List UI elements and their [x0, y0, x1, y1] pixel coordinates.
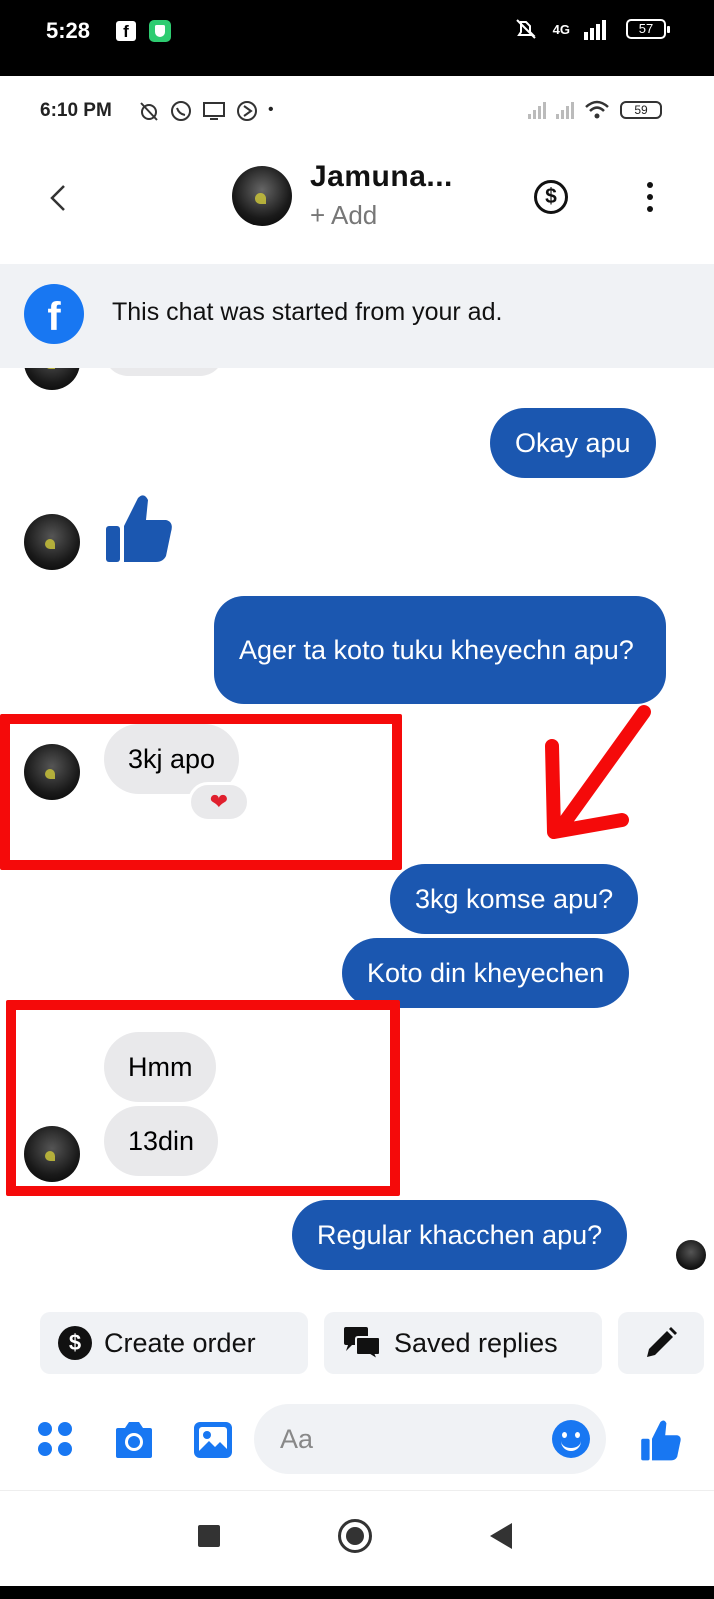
message-input[interactable]: Aa: [254, 1404, 606, 1474]
contact-name[interactable]: Jamuna...: [310, 160, 453, 194]
contact-avatar: [24, 514, 80, 570]
message-text: Okay apu: [515, 428, 631, 458]
signal-2-icon: [556, 101, 574, 119]
annotation-box-2: [6, 1000, 400, 1196]
more-icon[interactable]: [645, 182, 655, 216]
annotation-arrow: [545, 705, 651, 839]
outgoing-message[interactable]: Koto din kheyechen: [342, 938, 630, 1008]
contact-avatar: [24, 368, 80, 390]
message-text: Koto din kheyechen: [367, 958, 605, 988]
wifi-icon: [585, 100, 609, 119]
message-thread[interactable]: Okay apu Ager ta koto tuku kheyechn apu?…: [0, 368, 714, 1288]
dot-icon: •: [268, 101, 274, 118]
inner-battery: 59: [620, 101, 662, 119]
message-bubble-partial: [104, 368, 224, 376]
seen-indicator-avatar: [676, 1240, 706, 1270]
composer-bar: Aa: [0, 1394, 714, 1488]
facebook-icon: f: [24, 284, 84, 344]
system-back-button[interactable]: [490, 1523, 512, 1549]
home-button[interactable]: [338, 1519, 372, 1553]
message-input-placeholder: Aa: [280, 1424, 314, 1454]
facebook-notification-icon: f: [116, 21, 136, 41]
recents-button[interactable]: [198, 1525, 220, 1547]
like-icon[interactable]: [640, 1418, 682, 1462]
apps-icon[interactable]: [36, 1420, 76, 1460]
pencil-icon: [647, 1327, 677, 1357]
inner-clock: 6:10 PM: [40, 100, 112, 121]
emoji-icon[interactable]: [552, 1420, 590, 1458]
system-nav-bar: [0, 1490, 714, 1585]
create-order-button[interactable]: $ Create order: [40, 1312, 308, 1374]
signal-1-icon: [528, 101, 546, 119]
quick-actions: $ Create order Saved replies: [0, 1306, 714, 1380]
outgoing-message[interactable]: Ager ta koto tuku kheyechn apu?: [214, 596, 666, 704]
outgoing-message[interactable]: Regular khacchen apu?: [292, 1200, 628, 1270]
shield-icon: [149, 20, 171, 42]
outer-status-bar: 5:28 f 4G 57: [0, 0, 714, 76]
add-label-button[interactable]: + Add: [310, 200, 377, 231]
contact-avatar[interactable]: [232, 166, 292, 226]
signal-icon: [584, 20, 606, 40]
annotation-box-1: [0, 714, 402, 870]
whatsapp-icon: [171, 101, 191, 121]
camera-icon[interactable]: [112, 1420, 156, 1460]
saved-replies-button[interactable]: Saved replies: [324, 1312, 602, 1374]
saved-replies-label: Saved replies: [394, 1327, 558, 1358]
chat-header: Jamuna... + Add $: [0, 146, 714, 262]
saved-replies-icon: [344, 1327, 381, 1361]
create-order-label: Create order: [104, 1327, 256, 1358]
edit-button[interactable]: [618, 1312, 704, 1374]
outer-battery: 57: [626, 19, 670, 39]
outgoing-message[interactable]: 3kg komse apu?: [390, 864, 639, 934]
thumbs-up-icon[interactable]: [104, 492, 174, 564]
dollar-icon[interactable]: $: [534, 180, 568, 214]
screen-cast-icon: [203, 102, 225, 120]
network-type: 4G: [552, 21, 570, 37]
dollar-icon: $: [58, 1326, 92, 1360]
outer-clock: 5:28: [46, 18, 91, 43]
mute-icon: [515, 19, 536, 39]
inner-status-bar: 6:10 PM • 59: [0, 76, 714, 146]
back-icon[interactable]: [44, 178, 74, 218]
ad-banner: f This chat was started from your ad.: [0, 264, 714, 368]
message-text: Regular khacchen apu?: [317, 1220, 603, 1250]
ad-banner-text: This chat was started from your ad.: [112, 298, 503, 326]
alarm-off-icon: [140, 102, 158, 121]
gallery-icon[interactable]: [192, 1420, 234, 1460]
navigation-icon: [237, 101, 257, 121]
bottom-strip: [0, 1586, 714, 1599]
message-text: 3kg komse apu?: [415, 884, 614, 914]
outgoing-message[interactable]: Okay apu: [490, 408, 656, 478]
message-text: Ager ta koto tuku kheyechn apu?: [239, 635, 634, 665]
